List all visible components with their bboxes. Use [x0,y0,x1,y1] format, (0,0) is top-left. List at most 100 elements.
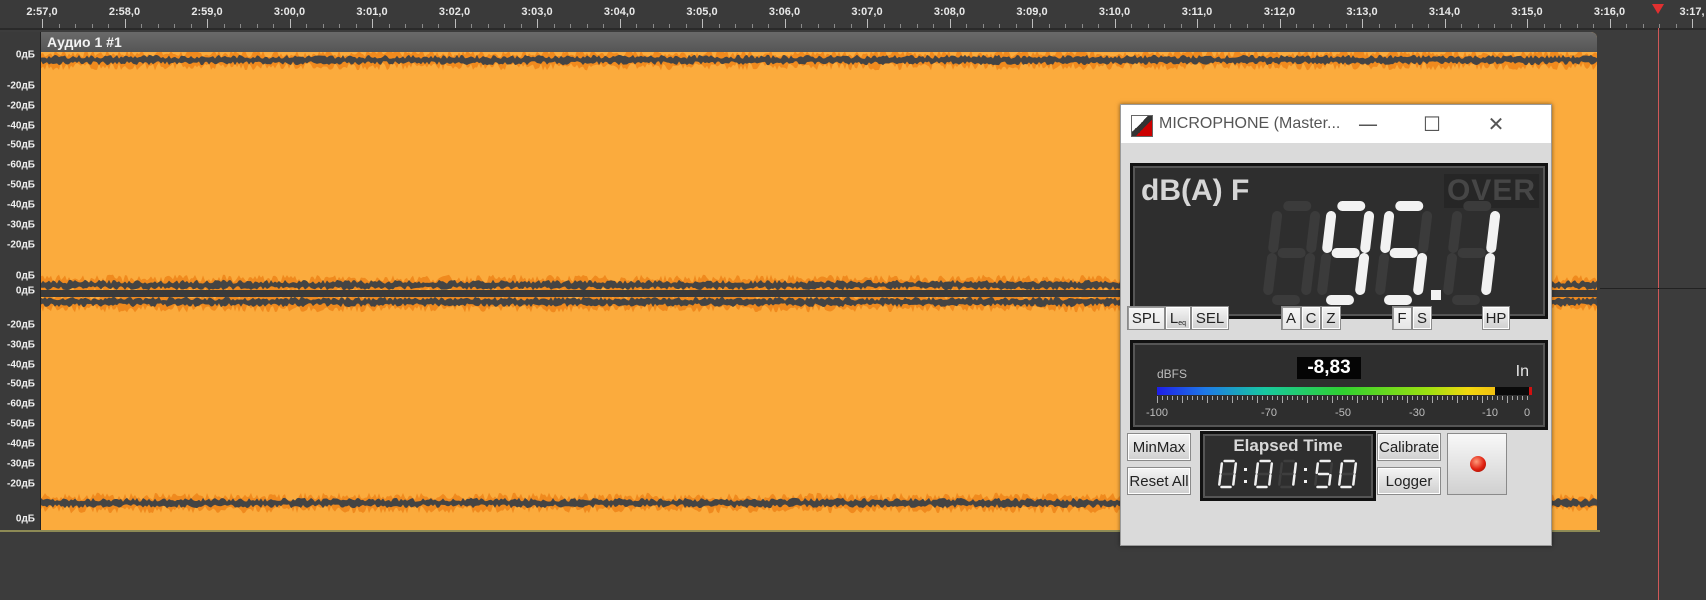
level-scale-tick [1257,396,1258,403]
timeline-tick-label: 3:15,0 [1511,6,1543,18]
level-scale-tick [1427,396,1428,400]
timeline-minor-tick [157,24,159,28]
db-scale-label: 0дБ [15,285,35,297]
level-scale-tick [1377,396,1378,400]
timeline-minor-tick [1312,24,1314,28]
fast-time-button[interactable]: F [1392,306,1412,330]
level-scale-tick [1477,396,1478,400]
timeline-minor-tick [1164,24,1165,28]
timeline-minor-tick [339,24,340,28]
timeline-minor-tick [850,24,852,28]
level-scale-tick [1312,396,1313,400]
level-scale-tick [1207,396,1208,403]
elapsed-digit-segment [1329,462,1334,474]
reset-all-button[interactable]: Reset All [1127,467,1191,495]
timeline-major-tick [619,19,621,28]
level-scale-tick [1247,396,1248,400]
timeline-tick-label: 3:12,0 [1263,6,1296,18]
timeline-minor-tick [801,24,802,28]
scale-label: -10 [1482,407,1498,419]
timeline-minor-tick [471,24,472,28]
level-scale-tick [1482,396,1483,403]
spl-meter-window[interactable]: MICROPHONE (Master... — ☐ ✕ dB(A) F OVER… [1120,104,1552,546]
timeline-major-tick [784,19,786,28]
timeline-tick-label: 3:04,0 [603,6,636,18]
timeline-minor-tick [751,24,753,28]
level-scale-tick [1337,396,1338,400]
timeline-minor-tick [322,24,324,28]
timeline-tick-label: 3:06,0 [768,6,801,18]
input-level-meter: dBFS -8,83 In -100 -70 -50 -30 -10 0 [1130,340,1548,430]
elapsed-digit-segment [1233,462,1238,474]
level-scale-tick [1332,396,1333,403]
playhead-marker[interactable] [1652,4,1664,14]
timeline-minor-tick [1081,24,1083,28]
leq-label: L [1169,309,1179,327]
timeline-minor-tick [916,24,918,28]
maximize-button[interactable]: ☐ [1399,105,1465,143]
timeline-minor-tick [174,24,175,28]
sel-mode-button[interactable]: SEL [1191,306,1229,330]
track-divider [1600,288,1706,289]
minimize-button[interactable]: — [1335,105,1401,143]
timeline-major-tick [1032,19,1033,28]
elapsed-digit-segment [1292,474,1296,486]
spl-decimal-point [1431,290,1441,300]
timeline-minor-tick [1246,24,1248,28]
timeline-major-tick [124,19,126,28]
timeline-minor-tick [1213,24,1215,28]
minmax-button[interactable]: MinMax [1127,433,1191,461]
leq-subscript: eq [1178,319,1187,327]
timeline-tick-label: 2:59,0 [191,6,223,18]
elapsed-digit-segment [1293,462,1298,474]
db-scale-label: 0дБ [15,513,35,525]
db-scale-label: -30дБ [7,219,35,231]
meter-title-bar[interactable]: MICROPHONE (Master... — ☐ ✕ [1121,105,1551,143]
calibrate-button[interactable]: Calibrate [1377,433,1441,461]
db-scale: 0дБ -20дБ -20дБ -40дБ -50дБ -60дБ -50дБ -40дБ -3… [0,32,41,530]
timeline-minor-tick [900,24,901,28]
level-scale-tick [1357,396,1358,403]
elapsed-time-label: Elapsed Time [1233,436,1343,455]
leq-mode-button[interactable]: Leq [1165,306,1191,330]
timeline-minor-tick [570,24,571,28]
timeline-ruler[interactable]: 2:57,0 2:58,0 2:59,0 3:00,0 3:01,0 3:02,0 3:03… [0,0,1706,30]
spl-mode-button[interactable]: SPL [1127,306,1165,330]
level-scale-tick [1277,396,1278,400]
logger-button[interactable]: Logger [1377,467,1441,495]
level-scale-tick [1502,396,1503,400]
a-weighting-button[interactable]: A [1281,306,1301,330]
timeline-major-tick [867,19,868,28]
timeline-minor-tick [1642,24,1644,28]
level-scale-tick [1307,396,1308,403]
level-scale-tick [1287,396,1288,400]
level-scale-tick [1487,396,1488,400]
timeline-minor-tick [58,24,60,28]
elapsed-digit-segment [1218,474,1222,486]
record-button[interactable] [1447,433,1507,495]
slow-time-button[interactable]: S [1412,306,1432,330]
timeline-minor-tick [669,24,670,28]
elapsed-colon [1304,480,1307,483]
close-button[interactable]: ✕ [1463,105,1529,143]
elapsed-time-value [1218,459,1358,489]
timeline-tick-label: 3:02,0 [438,6,471,18]
elapsed-digit-segment [1269,462,1274,474]
elapsed-time-display: Elapsed Time [1200,431,1376,501]
db-scale-label: 0дБ [15,270,35,282]
track-title-bar[interactable]: Аудио 1 #1 [41,32,1597,52]
c-weighting-button[interactable]: C [1301,306,1321,330]
elapsed-colon [1304,468,1307,471]
level-scale-tick [1347,396,1348,400]
timeline-minor-tick [1345,24,1347,28]
hp-button[interactable]: HP [1482,306,1510,330]
db-scale-label: -30дБ [7,458,35,470]
timeline-tick-label: 3:10,0 [1098,6,1131,18]
level-scale-tick [1202,396,1203,400]
timeline-minor-tick [1180,24,1182,28]
level-scale-tick [1527,396,1528,400]
level-scale-tick [1432,396,1433,403]
timeline-minor-tick [1494,24,1495,28]
elapsed-digit-segment [1353,462,1358,474]
z-weighting-button[interactable]: Z [1321,306,1341,330]
